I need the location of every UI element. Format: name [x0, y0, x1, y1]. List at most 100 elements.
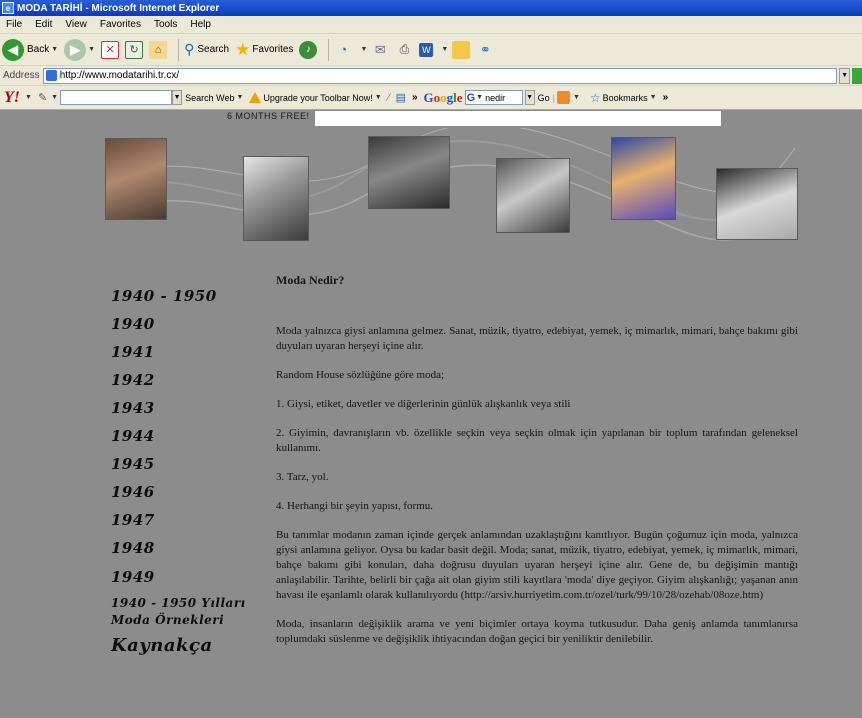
sidebar-item-1940[interactable]: 1940	[111, 315, 155, 333]
article-paragraph: Random House sözlüğüne göre moda;	[276, 369, 445, 381]
bookmarks-button[interactable]: ☆ Bookmarks ▼	[590, 91, 657, 105]
sidebar-item-1946[interactable]: 1946	[111, 483, 155, 501]
yahoo-logo-icon[interactable]: Y!	[4, 89, 20, 107]
ad-strip: 6 MONTHS FREE!	[0, 110, 862, 128]
history-dropdown-icon[interactable]: ▼	[360, 46, 367, 53]
search-web-button[interactable]: Search Web ▼	[185, 93, 243, 103]
sidebar-item-1945[interactable]: 1945	[111, 455, 155, 473]
sidebar-item-1944[interactable]: 1944	[111, 427, 155, 445]
google-logo-icon: Google	[423, 89, 463, 105]
article-paragraph: 1. Giysi, etiket, davetler ve diğerlerin…	[276, 398, 571, 410]
portrait-photo	[496, 158, 570, 233]
go-arrow-icon[interactable]	[852, 67, 862, 84]
address-input[interactable]: http://www.modatarihi.tr.cx/	[42, 67, 837, 84]
print-icon[interactable]: ⎙	[395, 41, 413, 59]
bookmarks-label: Bookmarks	[602, 92, 648, 103]
list-icon[interactable]: ▤	[396, 91, 406, 104]
forward-button[interactable]: ▶ ▼	[64, 38, 95, 61]
menu-bar: File Edit View Favorites Tools Help	[0, 16, 862, 34]
search-web-label: Search Web	[185, 92, 235, 103]
sidebar-item-1942[interactable]: 1942	[111, 371, 155, 389]
back-button[interactable]: ◀ Back ▼	[2, 38, 58, 61]
address-url: http://www.modatarihi.tr.cx/	[59, 70, 180, 81]
article-paragraph: Moda, insanların değişiklik arama ve yen…	[276, 618, 798, 645]
portrait-photo	[243, 156, 309, 241]
toolbar-divider	[328, 38, 330, 61]
back-arrow-icon: ◀	[2, 38, 24, 61]
refresh-icon[interactable]: ↻	[125, 40, 144, 59]
more-chevron-icon[interactable]: »	[412, 92, 418, 103]
page-viewport: 6 MONTHS FREE! 1940 - 1950 1940 1941 194…	[0, 110, 862, 718]
yahoo-search-input[interactable]	[60, 90, 173, 105]
highlight-icon[interactable]: ⁄	[388, 92, 390, 104]
menu-view[interactable]: View	[59, 19, 94, 30]
upgrade-label: Upgrade your Toolbar Now!	[263, 92, 373, 103]
search-label: Search	[197, 44, 230, 55]
article-paragraph: 4. Herhangi bir şeyin yapısı, formu.	[276, 500, 434, 512]
menu-tools[interactable]: Tools	[148, 19, 184, 30]
sidebar-item-fashion-examples[interactable]: Moda Örnekleri	[111, 613, 224, 627]
toolbar-divider	[178, 38, 180, 61]
edit-dropdown-icon[interactable]: ▼	[441, 46, 448, 53]
sidebar-item-1949[interactable]: 1949	[111, 568, 155, 586]
edit-word-icon[interactable]: W	[419, 42, 434, 57]
address-dropdown-icon[interactable]: ▼	[838, 67, 851, 84]
google-query: nedir	[485, 92, 506, 103]
search-web-dropdown-icon: ▼	[236, 94, 244, 101]
article-paragraph: 3. Tarz, yol.	[276, 471, 329, 483]
yahoo-dropdown-icon[interactable]: ▼	[25, 94, 32, 101]
sidebar-item-1947[interactable]: 1947	[111, 511, 155, 529]
sidebar-item-1940-1950-years[interactable]: 1940 - 1950 Yılları	[111, 596, 246, 610]
google-options-icon: ▼	[476, 94, 484, 101]
media-icon[interactable]: ♪	[299, 40, 318, 59]
menu-file[interactable]: File	[0, 19, 29, 30]
favorites-label: Favorites	[252, 44, 294, 55]
portrait-photo	[611, 137, 676, 220]
google-go-button[interactable]: Go	[538, 93, 550, 103]
back-label: Back	[27, 44, 50, 55]
pencil-icon[interactable]: ✎	[38, 91, 47, 104]
history-icon[interactable]: ◔	[334, 41, 352, 59]
popup-dropdown-icon[interactable]: ▼	[573, 94, 580, 101]
back-dropdown-icon[interactable]: ▼	[51, 46, 58, 53]
favorites-button[interactable]: ★ Favorites	[235, 40, 293, 60]
menu-help[interactable]: Help	[184, 19, 218, 30]
address-label: Address	[3, 70, 40, 81]
portrait-photo	[368, 136, 450, 209]
sidebar-item-1941[interactable]: 1941	[111, 343, 155, 361]
popup-blocker-icon[interactable]	[556, 91, 570, 104]
more-chevron-icon[interactable]: »	[663, 92, 669, 103]
menu-favorites[interactable]: Favorites	[94, 19, 148, 30]
google-g-icon: G	[466, 91, 476, 104]
star-icon: ★	[235, 39, 251, 59]
sidebar-item-1948[interactable]: 1948	[111, 539, 155, 557]
mail-icon[interactable]: ✉	[371, 41, 389, 59]
sidebar-item-1943[interactable]: 1943	[111, 399, 155, 417]
ad-banner[interactable]	[315, 111, 721, 126]
sidebar-item-1940-1950[interactable]: 1940 - 1950	[111, 287, 217, 305]
sidebar-item-sources[interactable]: Kaynakça	[111, 635, 213, 656]
portrait-photo	[716, 168, 798, 240]
forward-dropdown-icon[interactable]: ▼	[88, 46, 95, 53]
home-icon[interactable]: ⌂	[149, 40, 168, 59]
stop-icon[interactable]: ✕	[101, 40, 120, 59]
google-dropdown-icon[interactable]: ▼	[524, 90, 535, 105]
swirl-ornament	[104, 128, 796, 241]
article: Moda Nedir? Moda yalnızca giysi anlamına…	[276, 273, 798, 661]
forward-arrow-icon: ▶	[64, 38, 87, 61]
folder-icon[interactable]	[452, 40, 471, 59]
menu-edit[interactable]: Edit	[29, 19, 59, 30]
page-icon	[45, 70, 57, 81]
toolbar-divider: |	[552, 92, 555, 103]
address-bar: Address http://www.modatarihi.tr.cx/ ▼	[0, 66, 862, 86]
pencil-dropdown-icon[interactable]: ▼	[51, 94, 58, 101]
search-button[interactable]: ⚲ Search	[184, 41, 229, 58]
window-title-bar[interactable]: e MODA TARİHİ - Microsoft Internet Explo…	[0, 0, 862, 16]
yahoo-search-dropdown-icon[interactable]: ▼	[172, 90, 183, 105]
messenger-icon[interactable]: ⚭	[476, 41, 494, 59]
upgrade-toolbar-button[interactable]: Upgrade your Toolbar Now! ▼	[249, 92, 382, 103]
yahoo-toolbar: Y! ▼ ✎ ▼ ▼ Search Web ▼ Upgrade your Too…	[0, 86, 862, 110]
warning-icon	[249, 92, 262, 103]
ad-text: 6 MONTHS FREE!	[227, 111, 310, 121]
google-search-input[interactable]: G ▼ nedir	[464, 90, 523, 105]
